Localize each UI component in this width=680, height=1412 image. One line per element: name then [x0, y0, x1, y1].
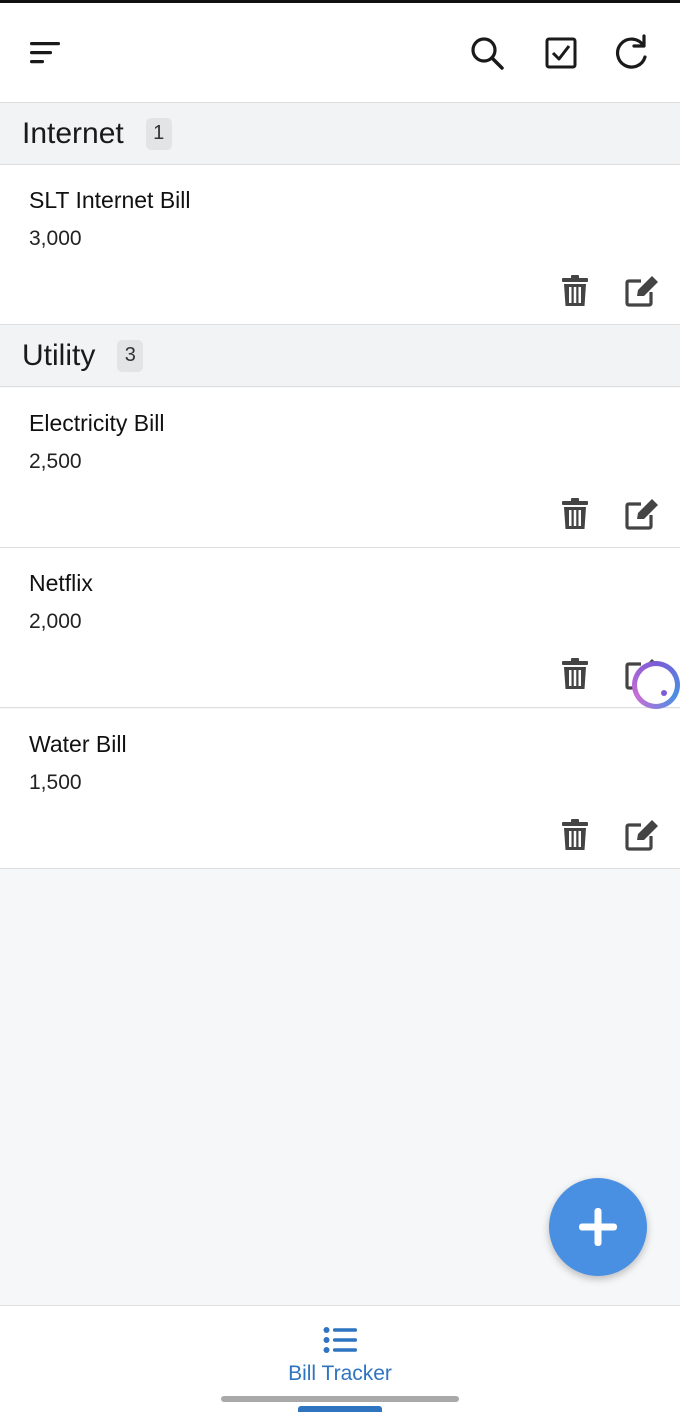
edit-icon	[625, 276, 658, 307]
add-bill-button[interactable]	[549, 1178, 647, 1276]
trash-icon	[562, 498, 588, 529]
bill-item[interactable]: Water Bill 1,500	[0, 709, 680, 869]
bill-amount: 1,500	[29, 771, 82, 794]
bill-item[interactable]: SLT Internet Bill 3,000	[0, 165, 680, 325]
bill-amount: 2,000	[29, 610, 82, 633]
bill-name: Water Bill	[29, 731, 127, 757]
sort-icon	[30, 42, 60, 64]
section-title: Utility	[22, 338, 96, 372]
checkbox-icon	[545, 37, 577, 69]
count-badge: 1	[145, 117, 172, 150]
bill-name: SLT Internet Bill	[29, 187, 191, 213]
section-header-internet[interactable]: Internet 1	[0, 103, 680, 165]
app-bar	[0, 3, 680, 103]
search-icon	[471, 37, 504, 70]
delete-button[interactable]	[557, 496, 593, 532]
trash-icon	[562, 819, 588, 850]
plus-icon	[579, 1208, 617, 1246]
edit-icon	[625, 499, 658, 530]
list-icon	[323, 1327, 357, 1353]
edit-button[interactable]	[624, 273, 660, 309]
bill-amount: 3,000	[29, 227, 82, 250]
nav-label: Bill Tracker	[288, 1362, 392, 1385]
refresh-button[interactable]	[612, 33, 652, 73]
assistant-bubble-inner	[637, 666, 675, 704]
bill-name: Netflix	[29, 570, 93, 596]
delete-button[interactable]	[557, 656, 593, 692]
sort-button[interactable]	[25, 33, 65, 73]
bill-amount: 2,500	[29, 450, 82, 473]
refresh-icon	[615, 34, 647, 69]
bill-item[interactable]: Netflix 2,000	[0, 548, 680, 708]
edit-button[interactable]	[624, 817, 660, 853]
bill-name: Electricity Bill	[29, 410, 165, 436]
search-button[interactable]	[467, 33, 507, 73]
home-indicator[interactable]	[221, 1396, 459, 1402]
bill-item[interactable]: Electricity Bill 2,500	[0, 388, 680, 548]
assistant-dot	[661, 690, 667, 696]
section-title: Internet	[22, 116, 124, 150]
edit-button[interactable]	[624, 496, 660, 532]
trash-icon	[562, 658, 588, 689]
delete-button[interactable]	[557, 273, 593, 309]
active-tab-indicator	[298, 1406, 382, 1412]
select-button[interactable]	[541, 33, 581, 73]
assistant-bubble[interactable]	[632, 661, 680, 709]
trash-icon	[562, 275, 588, 306]
delete-button[interactable]	[557, 817, 593, 853]
count-badge: 3	[117, 339, 144, 372]
section-header-utility[interactable]: Utility 3	[0, 325, 680, 387]
edit-icon	[625, 820, 658, 851]
nav-item-bill-tracker[interactable]: Bill Tracker	[270, 1326, 410, 1396]
